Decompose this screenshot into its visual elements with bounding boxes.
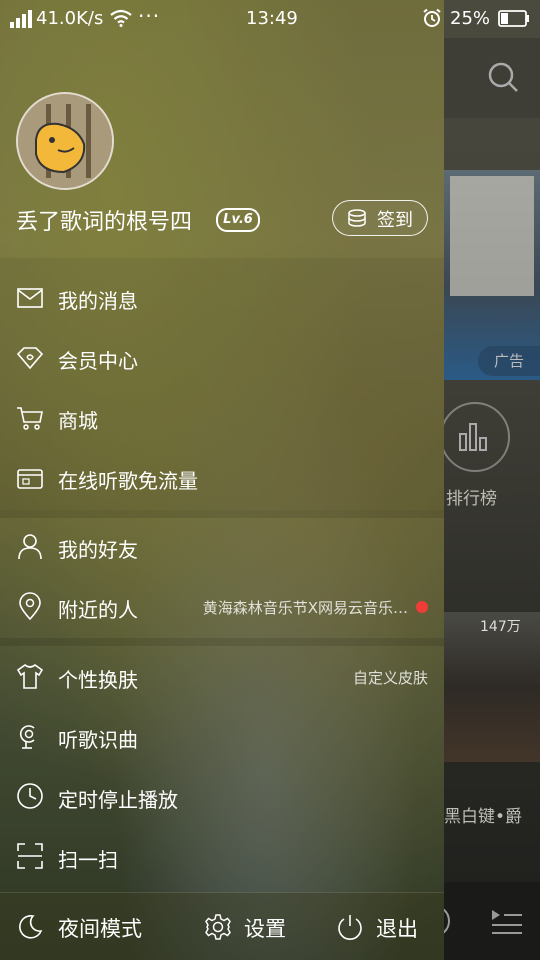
custom-skin-text: 自定义皮肤 — [352, 669, 428, 687]
night-mode-button[interactable]: 夜间模式 — [0, 893, 160, 960]
clock-time: 13:49 — [246, 8, 298, 29]
status-bar: 41.0K/s ··· 13:49 25% — [0, 0, 540, 38]
sim-card-icon — [17, 469, 43, 489]
notification-dot — [416, 601, 428, 613]
avatar-image — [18, 94, 112, 188]
menu-item-free-data[interactable]: 在线听歌免流量 — [0, 448, 444, 508]
menu-label: 商城 — [58, 409, 98, 433]
settings-label: 设置 — [244, 917, 286, 941]
menu-label: 定时停止播放 — [58, 788, 178, 812]
menu-label: 扫一扫 — [58, 848, 118, 872]
divider — [0, 638, 444, 646]
menu-label: 听歌识曲 — [58, 728, 138, 752]
ad-badge: 广告 — [478, 346, 540, 376]
mail-icon — [17, 288, 43, 308]
night-mode-label: 夜间模式 — [58, 917, 142, 941]
person-icon — [18, 534, 42, 560]
menu-item-messages[interactable]: 我的消息 — [0, 268, 444, 328]
settings-button[interactable]: 设置 — [190, 893, 300, 960]
ranking-label: 排行榜 — [446, 489, 497, 509]
side-drawer: 丢了歌词的根号四 Lv.6 签到 我的消息 会员中心 商城 在线听歌免流量 我的… — [0, 0, 444, 960]
signal-icon — [10, 10, 32, 28]
moon-icon — [19, 915, 43, 939]
more-notifications: ··· — [138, 4, 161, 28]
playlist-title: 黑白键•爵 — [444, 807, 523, 827]
location-pin-icon — [19, 592, 41, 620]
menu-item-sleep-timer[interactable]: 定时停止播放 — [0, 766, 444, 826]
signin-label: 签到 — [377, 210, 413, 231]
logout-label: 退出 — [376, 917, 418, 941]
avatar[interactable] — [16, 92, 114, 190]
menu-item-scan[interactable]: 扫一扫 — [0, 826, 444, 886]
menu-item-friends[interactable]: 我的好友 — [0, 518, 444, 578]
menu-label: 我的消息 — [58, 289, 138, 313]
tshirt-icon — [16, 663, 44, 689]
menu-label: 在线听歌免流量 — [58, 469, 198, 493]
signin-button[interactable]: 签到 — [332, 200, 428, 236]
drawer-bottom-bar: 夜间模式 设置 退出 — [0, 892, 444, 960]
clock-icon — [17, 783, 43, 809]
microphone-icon — [19, 725, 35, 749]
playlist-queue-icon[interactable] — [490, 906, 524, 936]
scan-icon — [17, 843, 43, 869]
play-count: 147万 — [480, 619, 521, 635]
divider — [0, 510, 444, 518]
diamond-icon — [16, 347, 44, 370]
bar-chart-icon — [459, 423, 487, 451]
menu-item-skin[interactable]: 个性换肤 自定义皮肤 — [0, 646, 444, 706]
menu-label: 附近的人 — [58, 598, 138, 622]
level-badge[interactable]: Lv.6 — [216, 208, 260, 232]
alarm-icon — [423, 8, 441, 27]
logout-button[interactable]: 退出 — [322, 893, 432, 960]
menu-item-song-recognition[interactable]: 听歌识曲 — [0, 706, 444, 766]
menu-item-vip[interactable]: 会员中心 — [0, 328, 444, 388]
cart-icon — [17, 407, 43, 430]
wifi-icon — [110, 9, 132, 27]
battery-percent: 25% — [450, 8, 491, 29]
network-speed: 41.0K/s — [36, 8, 104, 29]
menu-label: 我的好友 — [58, 538, 138, 562]
menu-label: 会员中心 — [58, 349, 138, 373]
search-icon[interactable] — [486, 60, 520, 94]
power-icon — [338, 915, 362, 940]
nearby-event-text: 黄海森林音乐节X网易云音乐… — [202, 599, 408, 617]
gear-icon — [205, 914, 231, 940]
menu-item-nearby[interactable]: 附近的人 黄海森林音乐节X网易云音乐… — [0, 578, 444, 638]
coins-icon — [348, 209, 366, 227]
menu-item-store[interactable]: 商城 — [0, 388, 444, 448]
username[interactable]: 丢了歌词的根号四 — [16, 204, 192, 236]
battery-icon — [498, 10, 529, 27]
menu-label: 个性换肤 — [58, 668, 138, 692]
